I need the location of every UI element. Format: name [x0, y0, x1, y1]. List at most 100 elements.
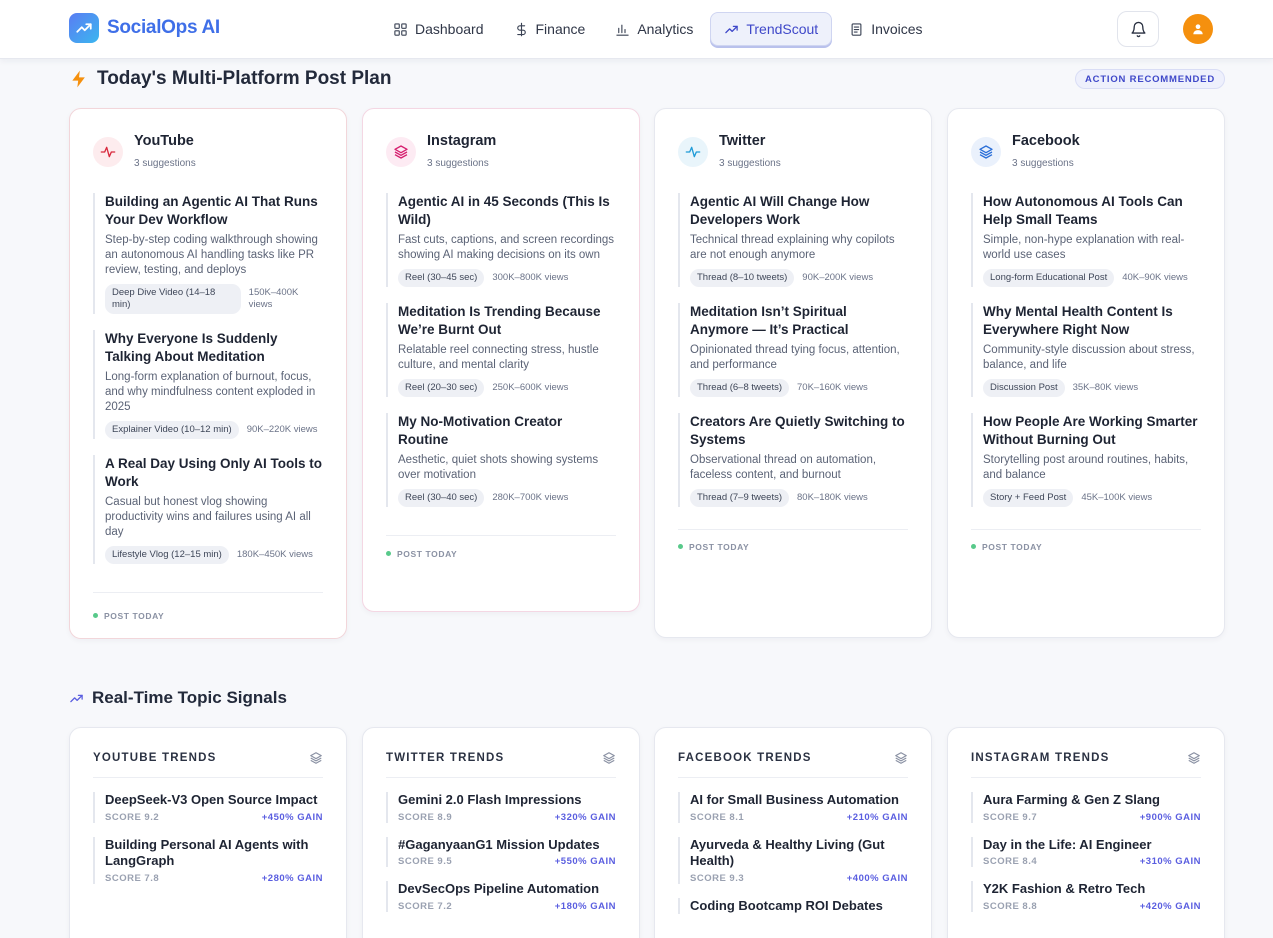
nav-invoices[interactable]: Invoices	[836, 12, 935, 46]
suggestion-title: How Autonomous AI Tools Can Help Small T…	[983, 194, 1183, 227]
suggestion-desc: Opinionated thread tying focus, attentio…	[690, 344, 900, 371]
trend-item[interactable]: Day in the Life: AI Engineer SCORE 8.4 +3…	[971, 836, 1201, 867]
layers-icon[interactable]	[602, 751, 616, 765]
trend-gain: +400% GAIN	[846, 872, 908, 884]
trend-topic: DevSecOps Pipeline Automation	[398, 881, 600, 896]
trend-card-title: TWITTER TRENDS	[386, 751, 505, 764]
suggestion-title: Meditation Isn’t Spiritual Anymore — It’…	[690, 304, 849, 337]
views-estimate: 300K–800K views	[492, 272, 569, 283]
suggestion-item[interactable]: Why Everyone Is Suddenly Talking About M…	[93, 330, 323, 439]
suggestion-desc: Casual but honest vlog showing productiv…	[105, 496, 311, 538]
platform-card-twitter: Twitter 3 suggestions Agentic AI Will Ch…	[654, 108, 932, 638]
trend-item[interactable]: #GaganyaanG1 Mission Updates SCORE 9.5 +5…	[386, 836, 616, 867]
trend-topic: Ayurveda & Healthy Living (Gut Health)	[690, 836, 885, 869]
trend-card-facebook: FACEBOOK TRENDS AI for Small Business Au…	[654, 727, 932, 938]
platform-card-facebook: Facebook 3 suggestions How Autonomous AI…	[947, 108, 1225, 638]
platform-name: Facebook	[1012, 133, 1080, 149]
suggestion-desc: Step-by-step coding walkthrough showing …	[105, 234, 318, 276]
format-badge: Discussion Post	[983, 379, 1065, 397]
status-dot	[93, 613, 98, 618]
nav-dashboard-label: Dashboard	[415, 21, 484, 37]
suggestion-item[interactable]: Creators Are Quietly Switching to System…	[678, 413, 908, 507]
suggestion-item[interactable]: How Autonomous AI Tools Can Help Small T…	[971, 193, 1201, 287]
suggestion-title: Agentic AI in 45 Seconds (This Is Wild)	[398, 194, 610, 227]
suggestion-desc: Community-style discussion about stress,…	[983, 344, 1195, 371]
trend-score: SCORE 7.2	[398, 900, 453, 912]
suggestion-item[interactable]: Agentic AI Will Change How Developers Wo…	[678, 193, 908, 287]
suggestion-item[interactable]: A Real Day Using Only AI Tools to Work C…	[93, 455, 323, 564]
trend-topic: Y2K Fashion & Retro Tech	[983, 881, 1146, 896]
format-badge: Reel (20–30 sec)	[398, 379, 485, 397]
notifications-button[interactable]	[1117, 11, 1159, 47]
trend-card-twitter: TWITTER TRENDS Gemini 2.0 Flash Impressi…	[362, 727, 640, 938]
views-estimate: 90K–200K views	[802, 272, 874, 283]
trend-gain: +280% GAIN	[261, 872, 323, 884]
trend-topic: DeepSeek-V3 Open Source Impact	[105, 792, 318, 807]
suggestion-item[interactable]: Building an Agentic AI That Runs Your De…	[93, 193, 323, 314]
suggestion-item[interactable]: Why Mental Health Content Is Everywhere …	[971, 303, 1201, 397]
trend-item[interactable]: Y2K Fashion & Retro Tech SCORE 8.8 +420% …	[971, 881, 1201, 912]
trend-topic: Gemini 2.0 Flash Impressions	[398, 792, 582, 807]
platform-name: Twitter	[719, 133, 766, 149]
status-dot	[971, 544, 976, 549]
suggestion-item[interactable]: How People Are Working Smarter Without B…	[971, 413, 1201, 507]
suggestion-item[interactable]: Meditation Is Trending Because We’re Bur…	[386, 303, 616, 397]
suggestion-item[interactable]: Meditation Isn’t Spiritual Anymore — It’…	[678, 303, 908, 397]
suggestion-item[interactable]: Agentic AI in 45 Seconds (This Is Wild) …	[386, 193, 616, 287]
trend-gain: +310% GAIN	[1139, 856, 1201, 867]
trend-item[interactable]: Ayurveda & Healthy Living (Gut Health) S…	[678, 836, 908, 884]
suggestion-title: A Real Day Using Only AI Tools to Work	[105, 456, 323, 489]
nav-dashboard[interactable]: Dashboard	[380, 12, 497, 46]
views-estimate: 280K–700K views	[492, 492, 569, 503]
platform-name: Instagram	[427, 133, 497, 149]
grid-icon	[394, 22, 407, 36]
views-estimate: 80K–180K views	[797, 492, 868, 503]
trend-item[interactable]: Coding Bootcamp ROI Debates	[678, 897, 908, 914]
suggestion-item[interactable]: My No-Motivation Creator Routine Aesthet…	[386, 413, 616, 507]
main-nav: Dashboard Finance Analytics TrendScout I…	[380, 12, 936, 46]
user-avatar[interactable]	[1183, 14, 1213, 44]
trend-item[interactable]: Aura Farming & Gen Z Slang SCORE 9.7 +900…	[971, 792, 1201, 823]
trend-item[interactable]: DeepSeek-V3 Open Source Impact SCORE 9.2…	[93, 792, 323, 823]
trend-item[interactable]: AI for Small Business Automation SCORE 8…	[678, 792, 908, 823]
trend-logo-icon	[69, 13, 99, 43]
post-today-label: POST TODAY	[397, 548, 458, 559]
trend-topic: Aura Farming & Gen Z Slang	[983, 792, 1160, 807]
format-badge: Explainer Video (10–12 min)	[105, 421, 239, 439]
action-recommended-badge: ACTION RECOMMENDED	[1075, 69, 1225, 89]
suggestion-title: Why Mental Health Content Is Everywhere …	[983, 304, 1173, 337]
trend-score: SCORE 8.4	[983, 856, 1038, 867]
format-badge: Reel (30–40 sec)	[398, 489, 485, 507]
trend-item[interactable]: DevSecOps Pipeline Automation SCORE 7.2 +…	[386, 881, 616, 912]
layers-icon	[386, 137, 416, 167]
trend-item[interactable]: Gemini 2.0 Flash Impressions SCORE 8.9 +3…	[386, 792, 616, 823]
format-badge: Lifestyle Vlog (12–15 min)	[105, 546, 229, 564]
suggestion-title: My No-Motivation Creator Routine	[398, 414, 563, 447]
suggestion-count: 3 suggestions	[427, 158, 489, 169]
format-badge: Long-form Educational Post	[983, 269, 1115, 287]
user-icon	[1193, 24, 1203, 35]
nav-trendscout[interactable]: TrendScout	[710, 12, 833, 46]
trend-gain: +450% GAIN	[261, 811, 323, 823]
nav-analytics[interactable]: Analytics	[602, 12, 706, 46]
views-estimate: 250K–600K views	[492, 382, 569, 393]
layers-icon[interactable]	[309, 751, 323, 765]
views-estimate: 70K–160K views	[797, 382, 868, 393]
post-today-label: POST TODAY	[104, 610, 165, 621]
suggestion-desc: Aesthetic, quiet shots showing systems o…	[398, 454, 599, 481]
trend-score: SCORE 8.9	[398, 811, 453, 823]
trend-card-title: FACEBOOK TRENDS	[678, 751, 812, 764]
trend-score: SCORE 9.3	[690, 872, 745, 884]
trend-item[interactable]: Building Personal AI Agents with LangGra…	[93, 836, 323, 884]
app-logo[interactable]: SocialOps AI	[69, 13, 220, 43]
bell-icon	[1130, 21, 1146, 37]
bar-chart-icon	[616, 24, 629, 36]
views-estimate: 180K–450K views	[236, 549, 313, 560]
layers-icon[interactable]	[894, 751, 908, 765]
post-today-status: POST TODAY	[386, 535, 616, 571]
suggestion-desc: Storytelling post around routines, habit…	[983, 454, 1189, 481]
platform-card-youtube: YouTube 3 suggestions Building an Agenti…	[69, 108, 347, 639]
nav-finance[interactable]: Finance	[501, 12, 599, 46]
format-badge: Thread (8–10 tweets)	[690, 269, 795, 287]
layers-icon[interactable]	[1187, 751, 1201, 765]
